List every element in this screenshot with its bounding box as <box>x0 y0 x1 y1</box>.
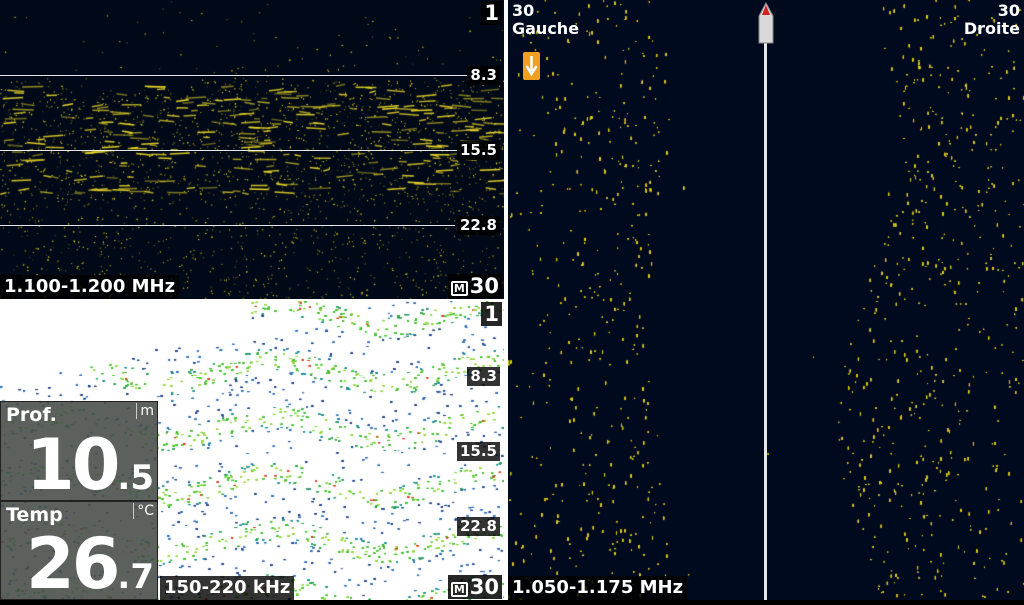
depth-marker-2: 15.5 <box>456 141 500 160</box>
temperature-value: 26.7 <box>26 529 154 599</box>
side-imaging-pane[interactable]: 30 Gauche 30 Droite 1.050-1.175 MHz <box>508 0 1024 600</box>
range-value: 30 <box>469 575 499 599</box>
frequency-label: 1.100-1.200 MHz <box>0 275 180 299</box>
depth-marker-1: 8.3 <box>467 66 500 85</box>
manual-range-icon: M <box>450 281 468 296</box>
depth-line-3 <box>0 225 455 226</box>
boat-icon <box>758 2 774 44</box>
down-arrow-icon[interactable] <box>523 52 540 80</box>
left-range-value: 30 <box>512 1 535 20</box>
right-range-value: 30 <box>997 1 1020 20</box>
page-number: 1 <box>481 1 502 25</box>
boat-track-centerline <box>764 38 767 600</box>
right-range-label: 30 Droite <box>964 2 1020 38</box>
temperature-value-decimal: .7 <box>117 557 154 597</box>
depth-value-decimal: .5 <box>117 458 154 498</box>
depth-value: 10.5 <box>26 430 154 500</box>
down-imaging-pane[interactable]: 8.3 15.5 22.8 1 1.100-1.200 MHz M 30 <box>0 0 504 299</box>
temperature-unit: °C <box>133 503 154 519</box>
page-number: 1 <box>481 302 502 326</box>
manual-range-icon: M <box>450 582 468 597</box>
temperature-databox[interactable]: Temp °C 26.7 <box>0 501 158 600</box>
range-value: 30 <box>469 274 499 298</box>
depth-marker-3: 22.8 <box>456 517 500 536</box>
range-readout: M 30 <box>447 575 502 599</box>
depth-marker-3: 22.8 <box>456 216 500 235</box>
depth-databox[interactable]: Prof. m 10.5 <box>0 401 158 501</box>
depth-label: Prof. <box>6 404 57 426</box>
depth-marker-1: 8.3 <box>467 367 500 386</box>
frequency-label: 1.050-1.175 MHz <box>508 576 688 600</box>
right-side-label: Droite <box>963 19 1020 38</box>
depth-unit: m <box>136 403 154 419</box>
depth-line-1 <box>0 75 470 76</box>
depth-line-1 <box>0 376 470 377</box>
frequency-label: 150-220 kHz <box>160 576 295 600</box>
depth-marker-2: 15.5 <box>456 442 500 461</box>
left-range-label: 30 Gauche <box>512 2 579 38</box>
depth-value-integer: 10 <box>26 424 120 506</box>
range-readout: M 30 <box>447 274 502 298</box>
depth-line-2 <box>0 150 460 151</box>
temperature-value-integer: 26 <box>26 523 120 605</box>
left-side-label: Gauche <box>512 19 580 38</box>
